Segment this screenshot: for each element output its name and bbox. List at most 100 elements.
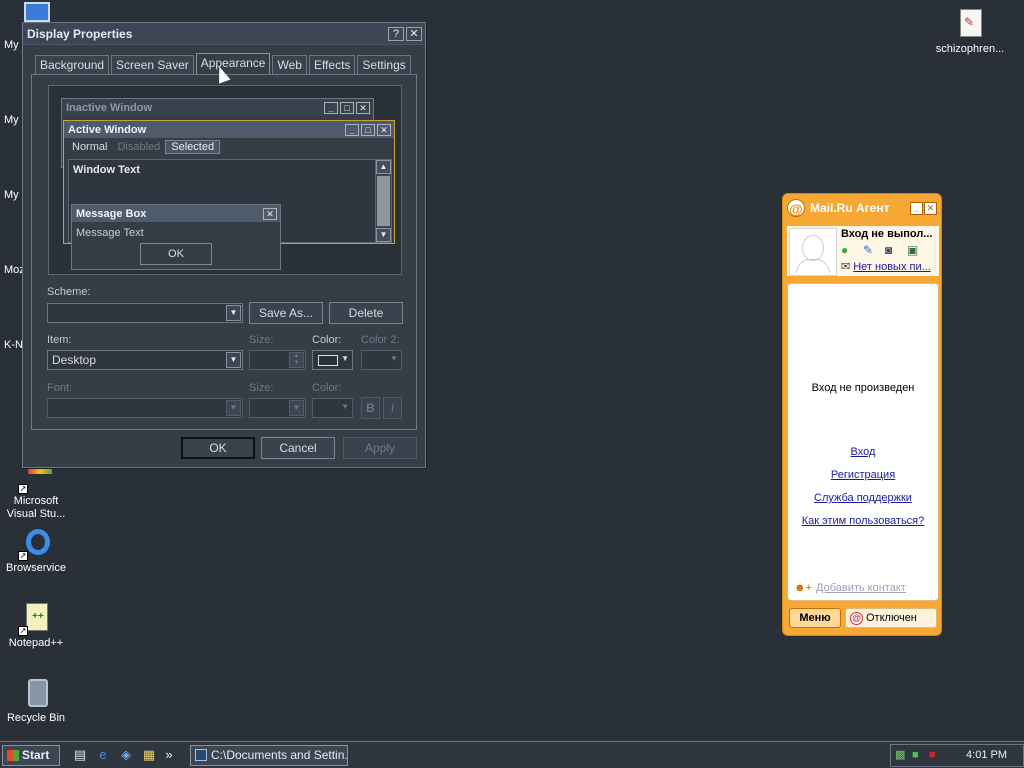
mailru-at-icon: @: [787, 199, 805, 217]
italic-button[interactable]: I: [383, 397, 402, 419]
save-as-button[interactable]: Save As...: [249, 302, 323, 324]
desktop-icon-recycle-bin[interactable]: Recycle Bin: [0, 677, 74, 725]
preview-menu-selected[interactable]: Selected: [165, 139, 221, 154]
internet-explorer-icon[interactable]: e: [95, 747, 111, 763]
item-select[interactable]: Desktop ▼: [47, 350, 243, 370]
no-new-mail-link[interactable]: ✉ Нет новых пи...: [841, 260, 931, 273]
close-button[interactable]: ✕: [406, 26, 422, 41]
scroll-up-icon: ▲: [376, 160, 391, 174]
delete-button[interactable]: Delete: [329, 302, 403, 324]
tray-green-icon[interactable]: ■: [912, 748, 926, 762]
window-title: Display Properties: [27, 26, 133, 41]
preview-menu-bar: Normal Disabled Selected: [64, 138, 394, 155]
scheme-label: Scheme:: [47, 286, 91, 298]
chevron-down-icon: ▼: [390, 354, 398, 363]
add-contact-link[interactable]: ☻+ Добавить контакт: [794, 582, 906, 594]
chevron-down-icon: ▼: [226, 400, 241, 416]
start-button[interactable]: Start: [2, 745, 60, 766]
preview-msgbox-ok[interactable]: OK: [140, 243, 212, 265]
how-to-use-link[interactable]: Как этим пользоваться?: [788, 515, 938, 527]
tab-background[interactable]: Background: [35, 55, 110, 74]
appearance-panel: Inactive Window _ □ ✕ Active Window _ □ …: [31, 74, 417, 430]
quick-launch: ▤ e ◈ ▦ »: [72, 747, 181, 763]
preview-message-box[interactable]: Message Box ✕ Message Text OK: [71, 204, 281, 270]
contacts-icon[interactable]: ●: [841, 243, 857, 257]
bold-button[interactable]: B: [361, 397, 380, 419]
cancel-button[interactable]: Cancel: [261, 437, 335, 459]
font-size-select[interactable]: ▼: [249, 398, 306, 418]
video-icon[interactable]: ▣: [907, 243, 923, 257]
agent-menu-button[interactable]: Меню: [789, 608, 841, 628]
chevron-down-icon: ▼: [226, 305, 241, 321]
add-contact-icon: ☻+: [794, 582, 812, 594]
tray-red-icon[interactable]: ■: [929, 748, 943, 762]
tab-effects[interactable]: Effects: [308, 55, 356, 74]
camera-icon[interactable]: ◙: [885, 243, 901, 257]
appearance-preview[interactable]: Inactive Window _ □ ✕ Active Window _ □ …: [48, 85, 402, 275]
register-link[interactable]: Регистрация: [788, 469, 938, 481]
preview-scrollbar[interactable]: ▲ ▼: [375, 160, 391, 242]
system-tray: ▩ ■ ■ 4:01 PM: [890, 744, 1024, 767]
item-size-stepper[interactable]: ▲ ▼: [249, 350, 306, 370]
display-properties-window: Display Properties ? ✕ Background Screen…: [22, 22, 426, 468]
tab-web[interactable]: Web: [272, 55, 307, 74]
tray-clock[interactable]: 4:01 PM: [966, 749, 1007, 761]
tab-appearance[interactable]: Appearance: [195, 53, 271, 74]
scroll-thumb: [377, 176, 390, 226]
network-icon[interactable]: ◈: [118, 747, 134, 763]
window-titlebar[interactable]: Display Properties ? ✕: [23, 23, 425, 45]
font-color-picker-button[interactable]: ▼: [312, 398, 353, 418]
preview-active-title: Active Window: [68, 123, 147, 136]
tab-screen-saver[interactable]: Screen Saver: [111, 55, 194, 74]
chevron-down-icon: ▼: [289, 400, 304, 416]
maximize-icon: □: [340, 101, 354, 114]
sms-icon[interactable]: ✎: [863, 243, 879, 257]
desktop-edge-label[interactable]: K-N: [4, 339, 23, 351]
close-button[interactable]: ✕: [924, 201, 937, 215]
login-link[interactable]: Вход: [788, 446, 938, 458]
agent-status-button[interactable]: @ Отключен: [845, 608, 937, 628]
agent-contact-list: Вход не произведен Вход Регистрация Служ…: [787, 283, 939, 601]
preview-msgbox-title: Message Box: [76, 207, 147, 220]
explorer-icon[interactable]: ▦: [141, 747, 157, 763]
support-link[interactable]: Служба поддержки: [788, 492, 938, 504]
close-icon: ✕: [356, 101, 370, 114]
windows-flag-icon: [7, 750, 19, 761]
color-swatch: [318, 355, 338, 366]
agent-titlebar[interactable]: @ Mail.Ru Агент _ ✕: [783, 194, 941, 222]
chevron-down-icon: ▼: [341, 354, 349, 363]
notepad-plus-icon: ++ ↗: [18, 602, 52, 636]
agent-title: Mail.Ru Агент: [810, 201, 890, 215]
preview-menu-disabled[interactable]: Disabled: [112, 141, 165, 153]
desktop-icon-schizophren[interactable]: ✎ schizophren...: [932, 8, 1008, 56]
scheme-select[interactable]: ▼: [47, 303, 243, 323]
color2-picker-button[interactable]: ▼: [361, 350, 402, 370]
apply-button[interactable]: Apply: [343, 437, 417, 459]
show-desktop-icon[interactable]: ▤: [72, 747, 88, 763]
preview-menu-normal[interactable]: Normal: [67, 141, 112, 153]
help-button[interactable]: ?: [388, 26, 404, 41]
color-picker-button[interactable]: ▼: [312, 350, 353, 370]
tab-settings[interactable]: Settings: [357, 55, 411, 74]
font-select[interactable]: ▼: [47, 398, 243, 418]
desktop-icon-browservice[interactable]: ↗ Browservice: [0, 527, 74, 575]
avatar[interactable]: [789, 228, 837, 276]
desktop-edge-label[interactable]: My: [4, 39, 19, 51]
desktop-edge-label[interactable]: My: [4, 189, 19, 201]
agent-status-text: Вход не выпол...: [841, 228, 933, 240]
color-label: Color:: [312, 334, 342, 346]
ok-button[interactable]: OK: [181, 437, 255, 459]
minimize-button[interactable]: _: [910, 201, 923, 215]
chevron-right-icon[interactable]: »: [164, 747, 174, 763]
taskbar-item-explorer[interactable]: C:\Documents and Settin...: [190, 745, 348, 766]
font-size-label: Size:: [249, 382, 274, 394]
desktop-icon-my-computer[interactable]: [24, 2, 50, 22]
desktop-icon-visual-studio[interactable]: ↗ Microsoft Visual Stu...: [0, 460, 74, 521]
preview-inactive-title: Inactive Window: [66, 101, 153, 114]
chevron-down-icon: ▼: [226, 352, 241, 368]
chevron-down-icon: ▼: [341, 402, 349, 411]
close-icon: ✕: [263, 207, 277, 220]
desktop-icon-notepad-plus[interactable]: ++ ↗ Notepad++: [0, 602, 74, 650]
minimize-icon: _: [345, 123, 359, 136]
tray-network-icon[interactable]: ▩: [895, 748, 909, 762]
